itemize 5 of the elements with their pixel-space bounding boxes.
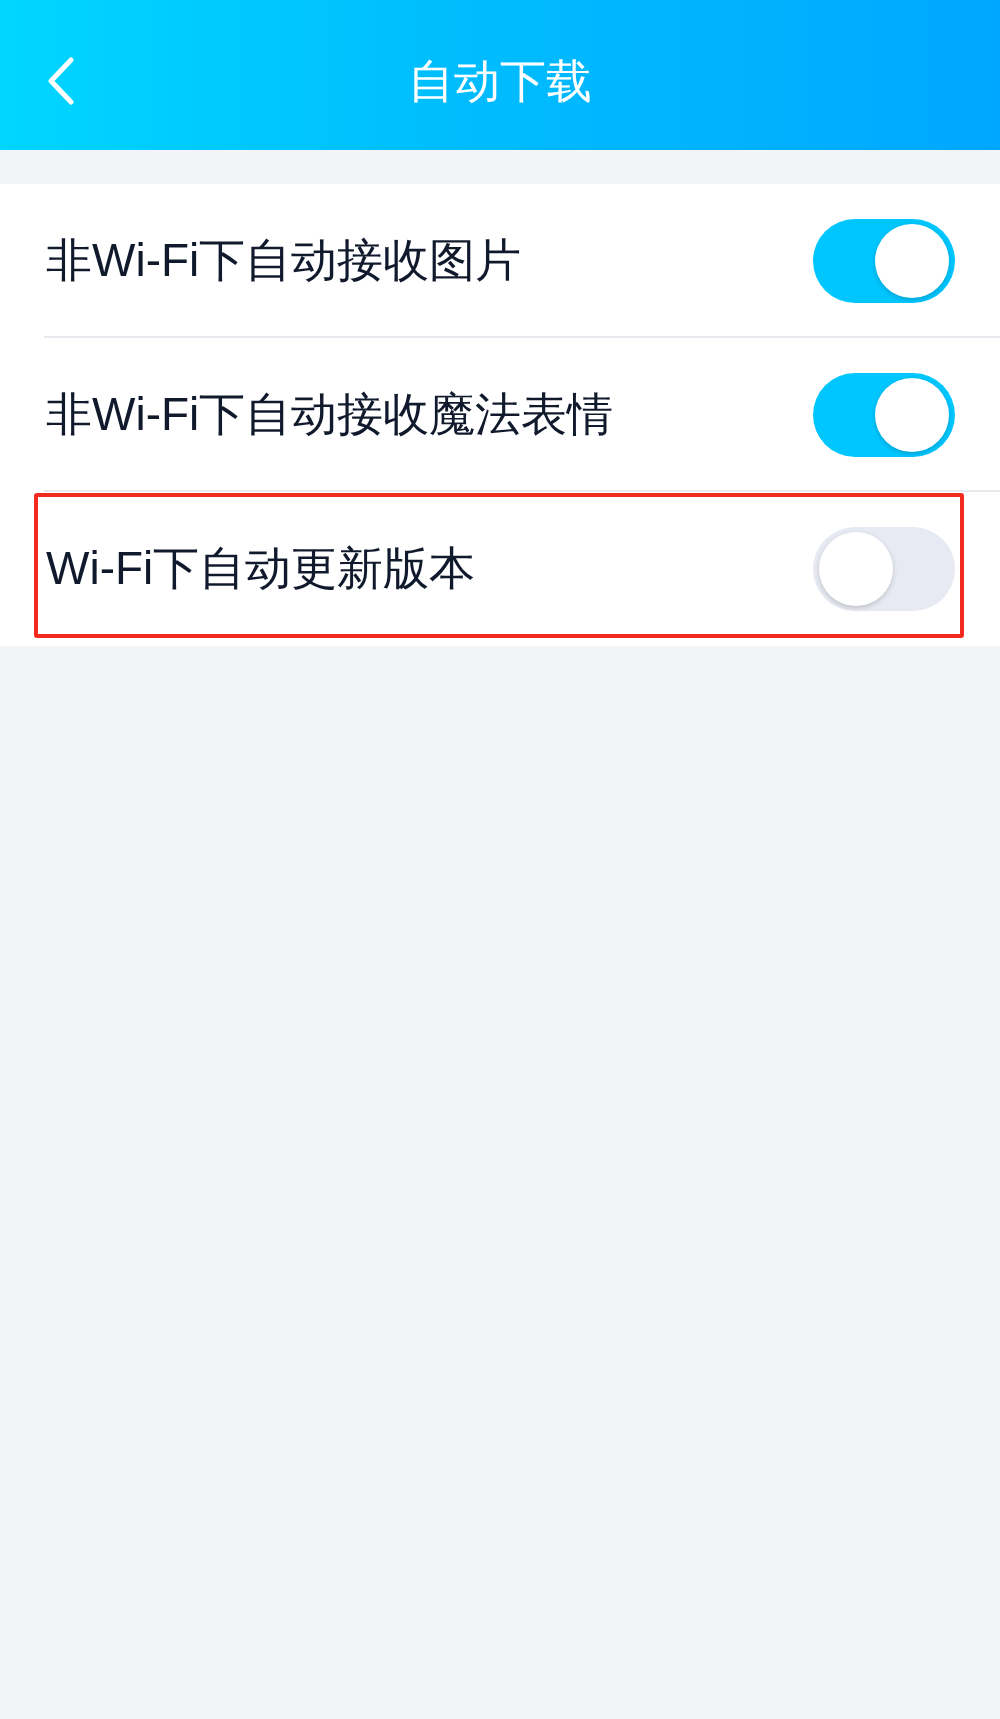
setting-label: Wi-Fi下自动更新版本 bbox=[46, 541, 476, 597]
back-icon bbox=[48, 57, 74, 105]
setting-label: 非Wi-Fi下自动接收魔法表情 bbox=[46, 387, 614, 443]
page-title: 自动下载 bbox=[408, 54, 592, 104]
setting-label: 非Wi-Fi下自动接收图片 bbox=[46, 233, 522, 289]
